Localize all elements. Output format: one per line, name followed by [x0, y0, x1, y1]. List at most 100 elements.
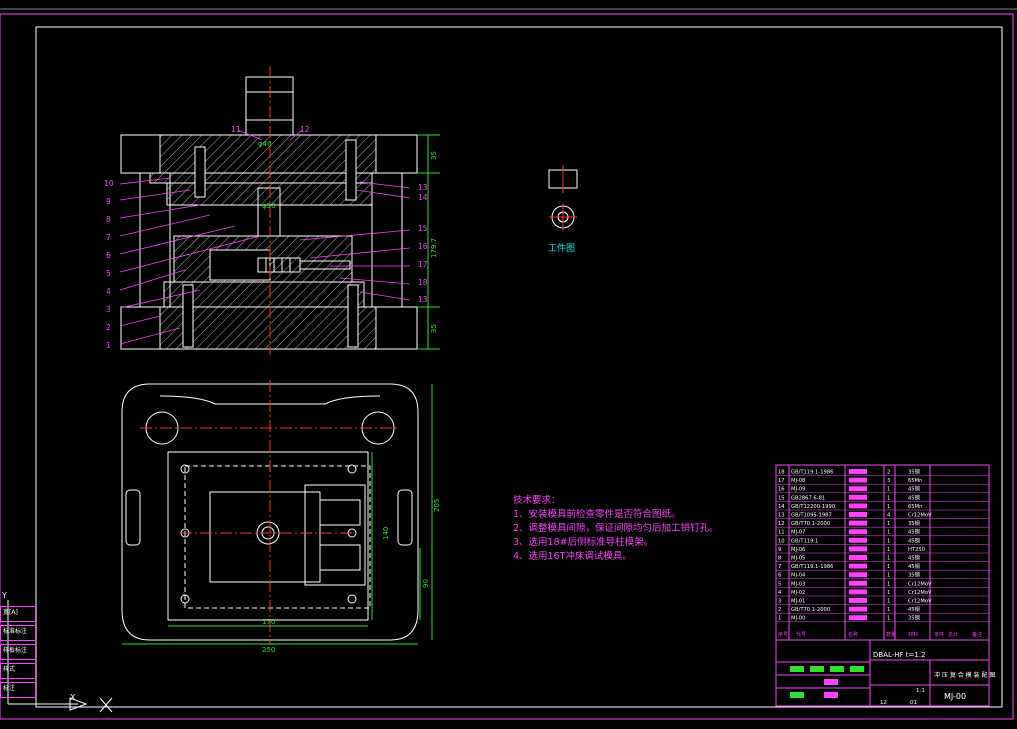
side-item-annotate[interactable]: 标注 [0, 682, 36, 698]
bom-row-qty: 1 [887, 530, 890, 536]
sheet-inner-frame [35, 26, 1003, 708]
bom-row-material: 45钢 [908, 485, 920, 493]
bom-row-code: GB/T119.1-1986 [791, 564, 833, 570]
bom-row-name [849, 520, 867, 526]
side-item-standard-dim[interactable]: 标准标注 [0, 625, 36, 641]
bom-row-code: GB2867.6-81 [791, 495, 825, 501]
bom-row-name [849, 606, 867, 612]
bom-row-code: MJ-02 [791, 590, 805, 596]
bom-row-name [849, 546, 867, 552]
bom-row-material: 45钢 [908, 554, 920, 562]
bom-row-name [849, 598, 867, 603]
bom-row-no: 1 [778, 616, 781, 622]
part-label: 4 [106, 287, 111, 296]
title-drawing-name: DBAL-HF t=1.2 [873, 651, 926, 659]
bom-row-qty: 1 [887, 616, 890, 622]
guide-pin-left [194, 146, 206, 198]
bom-row-code: MJ-06 [791, 547, 805, 553]
workpiece-sketch [548, 165, 578, 231]
side-item-template-dim[interactable]: 样板标注 [0, 644, 36, 660]
bom-row-code: MJ-03 [791, 581, 805, 587]
bom-row-no: 14 [778, 504, 785, 510]
part-label: 17 [418, 260, 428, 269]
title-sheet-a: 12 [880, 700, 887, 706]
bom-row-qty: 1 [887, 538, 890, 544]
side-item-style[interactable]: 样式 [0, 663, 36, 679]
bom-row-name [849, 469, 867, 474]
die-plate-outline [167, 451, 369, 621]
bom-row-name [849, 537, 867, 543]
bom-row-no: 16 [778, 487, 785, 493]
bom-row-name [849, 580, 867, 586]
front-section-view [120, 66, 440, 355]
bom-header-cell: 代号 [796, 631, 806, 638]
part-label: 8 [106, 215, 111, 224]
bom-row-name [849, 494, 867, 500]
bom-table [775, 464, 990, 641]
bom-row-no: 17 [778, 478, 785, 484]
part-label: 13 [418, 183, 428, 192]
dim-bottom-plate: 35 [430, 324, 438, 333]
bom-row-qty: 1 [887, 573, 890, 579]
bom-row-qty: 1 [887, 581, 890, 587]
bom-row-qty: 3 [887, 478, 890, 484]
bom-row-code: GB/T119.1 [791, 538, 818, 544]
ucs-x-label: X [70, 693, 76, 702]
bom-row-material: 45钢 [908, 528, 920, 536]
bom-row-material: 35钢 [908, 468, 920, 476]
bom-row-code: MJ-05 [791, 556, 805, 562]
bom-row-no: 2 [778, 607, 781, 613]
bom-header-cell: 序号 [778, 631, 788, 638]
bom-row-qty: 1 [887, 547, 890, 553]
bom-row-qty: 1 [887, 504, 890, 510]
bom-row-qty: 1 [887, 556, 890, 562]
bom-row-code: MJ-07 [791, 530, 805, 536]
bom-row-code: GB/T70.1-2000 [791, 607, 830, 613]
dim-punch-dia: φ40 [258, 140, 272, 148]
bom-row-material: 35钢 [908, 614, 920, 622]
bom-row-material: 35钢 [908, 519, 920, 527]
part-label: 12 [300, 125, 310, 134]
tech-req-item: 4、选用16T冲床调试模具。 [513, 550, 632, 562]
bom-row-no: 7 [778, 564, 781, 570]
tech-req-item: 3、选用18#后侧标准导柱模架。 [513, 536, 653, 548]
guide-pin-right [345, 139, 357, 201]
bom-row-material: 45钢 [908, 605, 920, 613]
bom-row-no: 10 [778, 538, 785, 544]
bom-row-qty: 1 [887, 487, 890, 493]
part-label: 7 [106, 233, 111, 242]
bom-row-code: MJ-04 [791, 573, 806, 579]
bom-row-name [849, 529, 867, 535]
bom-row-name [849, 572, 867, 578]
part-label: 1 [106, 341, 111, 350]
bom-row-name [849, 503, 867, 509]
bom-row-qty: 1 [887, 599, 890, 605]
part-label: 15 [418, 224, 428, 233]
bom-header-cell: 备注 [972, 631, 982, 638]
bom-row-qty: 1 [887, 564, 890, 570]
bom-header-cell: 总计 [948, 631, 958, 638]
part-label: 14 [418, 193, 428, 202]
dim-depth-inner: 140 [382, 527, 390, 540]
dim-punch-shank: φ30 [262, 202, 276, 210]
bom-row-no: 8 [778, 556, 781, 562]
part-label: 6 [106, 251, 111, 260]
part-label: 2 [106, 323, 111, 332]
dim-width-outer: 250 [262, 646, 275, 654]
cad-viewport[interactable]: 10 9 8 7 6 5 4 3 2 1 11 12 13 14 15 16 1… [0, 0, 1017, 729]
lower-pad [163, 281, 365, 308]
side-item-width[interactable]: 宽[A] [0, 606, 36, 622]
bom-row-name [849, 486, 867, 492]
cad-drawing-canvas[interactable]: 10 9 8 7 6 5 4 3 2 1 11 12 13 14 15 16 1… [0, 0, 1017, 729]
bom-row-material: Cr12MoV [908, 590, 932, 596]
tech-requirements: 技术要求： 1、安装模具前检查零件是否符合图纸。 2、调整模具间隙，保证间隙均匀… [513, 494, 719, 562]
bom-row-code: GB/T12200-1990 [791, 504, 835, 510]
bom-header-row: 序号 代号 名称 数量 材料 单件 总计 备注 [778, 631, 982, 638]
part-label: 13 [418, 295, 428, 304]
bom-row-code: MJ-09 [791, 487, 805, 493]
bom-row-code: MJ-00 [791, 616, 805, 622]
bom-row-material: 65Mn [908, 478, 922, 484]
bom-row-code: MJ-08 [791, 478, 805, 484]
bom-row-no: 4 [778, 590, 782, 596]
ucs-y-label: Y [1, 591, 7, 600]
